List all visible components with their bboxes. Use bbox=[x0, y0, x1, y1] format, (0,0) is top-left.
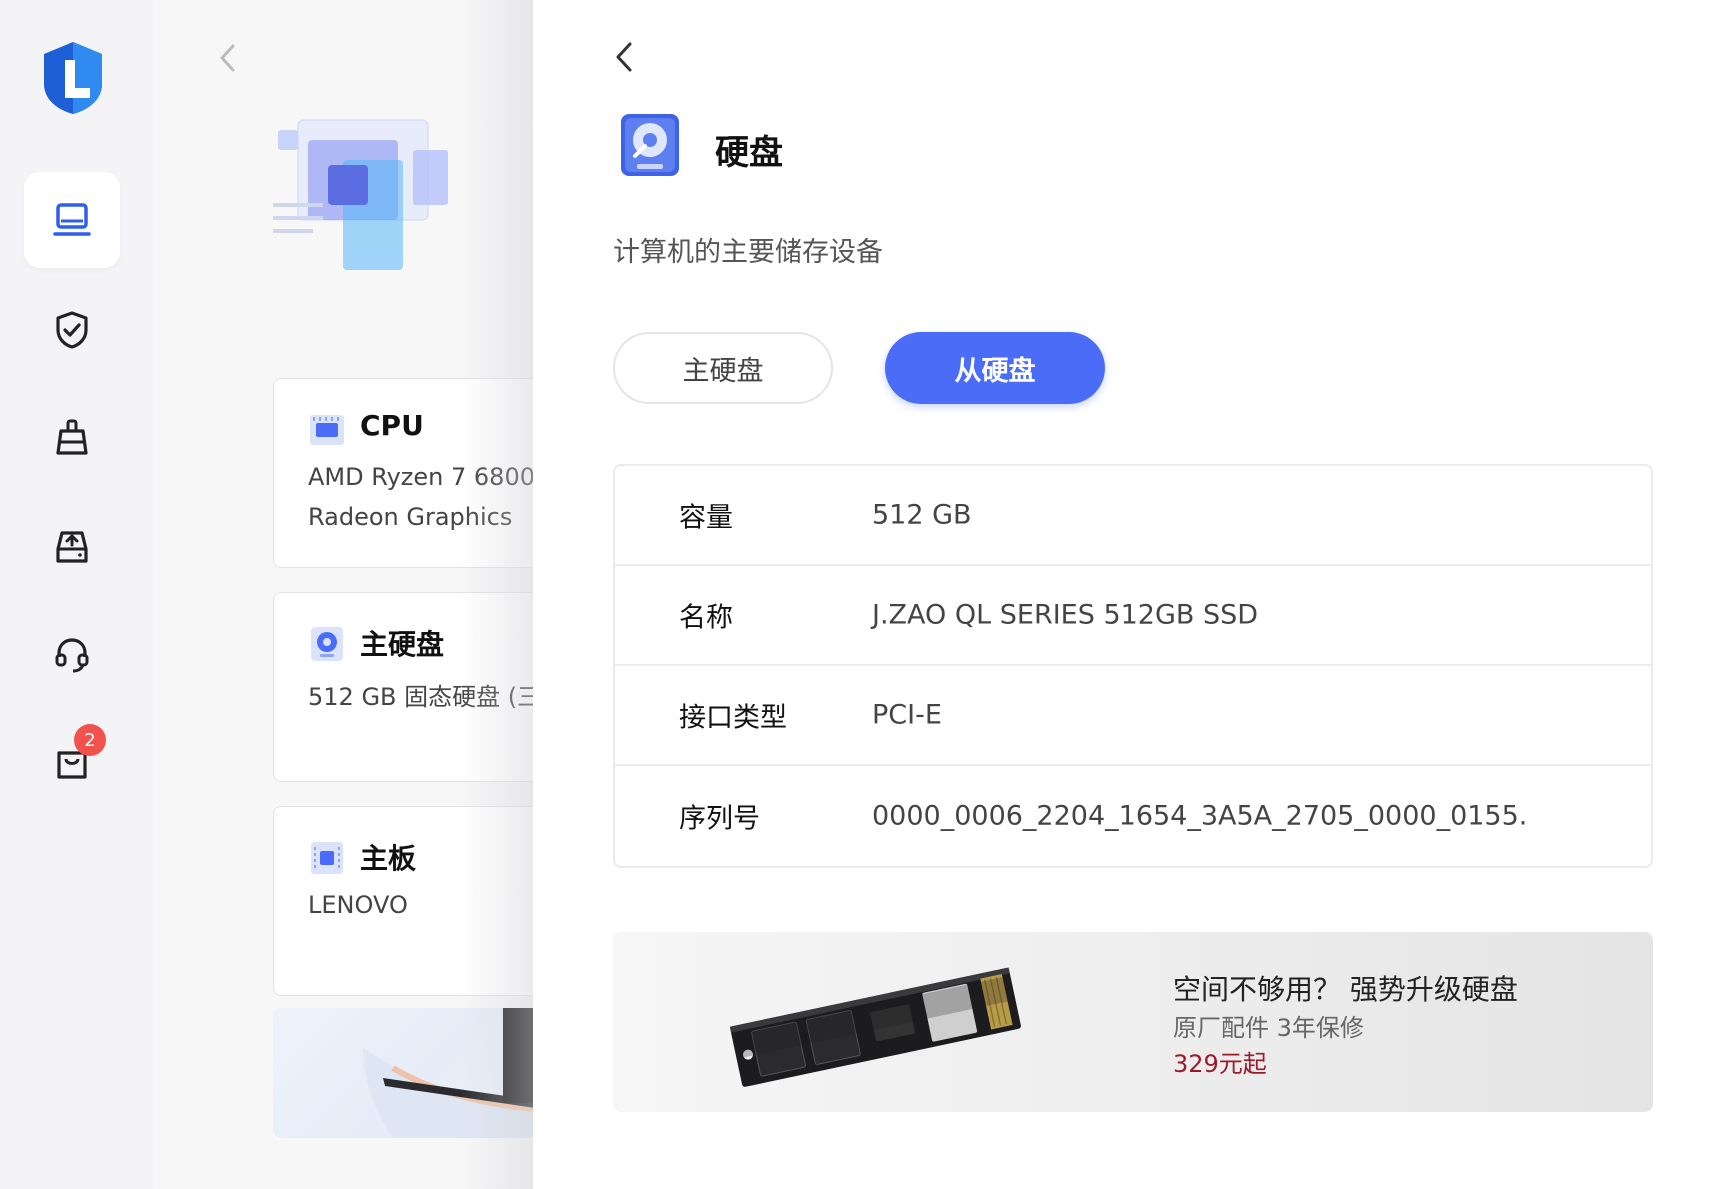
promo-subtitle: 原厂配件 3年保修 bbox=[1173, 1014, 1364, 1042]
info-row-name: 名称 J.ZAO QL SERIES 512GB SSD bbox=[615, 566, 1651, 666]
promo-title: 空间不够用？ 强势升级硬盘 bbox=[1173, 973, 1518, 1006]
info-value: 512 GB bbox=[872, 499, 972, 531]
primary-disk-card-title: 主硬盘 bbox=[360, 628, 445, 661]
shield-check-icon bbox=[56, 311, 88, 349]
info-label: 序列号 bbox=[679, 803, 760, 835]
info-value: J.ZAO QL SERIES 512GB SSD bbox=[872, 599, 1259, 631]
info-label: 容量 bbox=[679, 502, 733, 534]
drive-upload-icon bbox=[56, 531, 88, 563]
nav-cleanup[interactable] bbox=[24, 390, 120, 486]
cart-count-badge: 2 bbox=[74, 724, 106, 756]
ssd-upgrade-promo[interactable]: 空间不够用？ 强势升级硬盘 原厂配件 3年保修 329元起 bbox=[613, 932, 1653, 1112]
motherboard-card-line: LENOVO bbox=[308, 891, 408, 919]
info-row-capacity: 容量 512 GB bbox=[615, 466, 1651, 566]
promo-price: 329元起 bbox=[1173, 1050, 1267, 1078]
background-back-icon[interactable] bbox=[213, 40, 243, 76]
hard-disk-icon bbox=[308, 625, 346, 663]
hard-disk-icon bbox=[615, 112, 685, 182]
sidebar: 2 bbox=[0, 0, 153, 1189]
nav-security[interactable] bbox=[24, 282, 120, 378]
nav-device[interactable] bbox=[24, 172, 120, 268]
motherboard-card-title: 主板 bbox=[360, 842, 417, 875]
laptop-icon bbox=[53, 203, 91, 236]
nav-drive[interactable] bbox=[24, 498, 120, 594]
info-label: 接口类型 bbox=[679, 702, 787, 734]
info-value: PCI-E bbox=[872, 699, 942, 731]
motherboard-icon bbox=[308, 839, 346, 877]
hardware-illustration bbox=[268, 110, 458, 290]
disk-detail-panel: 硬盘 计算机的主要储存设备 主硬盘 从硬盘 容量 512 GB 名称 J.ZAO… bbox=[533, 0, 1726, 1189]
app-logo-icon bbox=[38, 40, 108, 116]
tab-secondary-disk[interactable]: 从硬盘 bbox=[885, 332, 1105, 404]
info-label: 名称 bbox=[679, 602, 733, 634]
headset-icon bbox=[55, 638, 89, 673]
cpu-chip-icon bbox=[308, 411, 346, 449]
panel-edge-shadow bbox=[460, 0, 533, 1189]
page-title: 硬盘 bbox=[715, 133, 783, 173]
info-value: 0000_0006_2204_1654_3A5A_2705_0000_0155. bbox=[872, 800, 1528, 832]
nvme-ssd-image bbox=[713, 942, 1033, 1112]
brush-icon bbox=[56, 419, 88, 455]
info-row-serial: 序列号 0000_0006_2204_1654_3A5A_2705_0000_0… bbox=[615, 766, 1651, 866]
nav-support[interactable] bbox=[24, 606, 120, 702]
info-row-interface: 接口类型 PCI-E bbox=[615, 666, 1651, 766]
cpu-card-title: CPU bbox=[360, 409, 424, 442]
back-icon[interactable] bbox=[609, 38, 639, 76]
tab-primary-disk[interactable]: 主硬盘 bbox=[613, 332, 833, 404]
page-subtitle: 计算机的主要储存设备 bbox=[613, 237, 883, 268]
disk-info-table: 容量 512 GB 名称 J.ZAO QL SERIES 512GB SSD 接… bbox=[613, 464, 1653, 868]
nav-shop[interactable]: 2 bbox=[24, 714, 120, 810]
